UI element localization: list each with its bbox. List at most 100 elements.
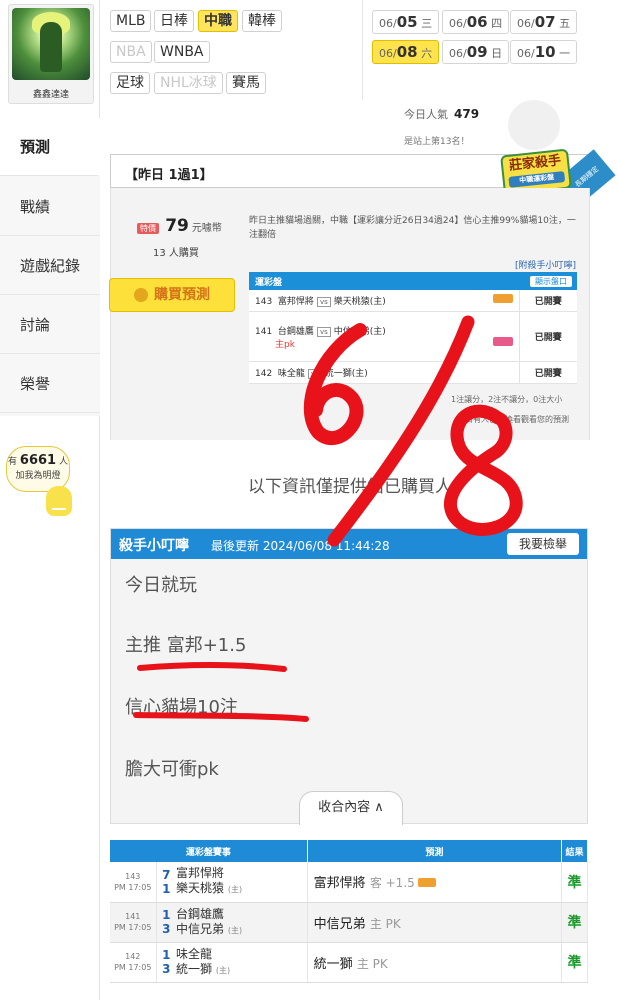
date-day: 07: [534, 13, 556, 31]
league-nhl[interactable]: NHL冰球: [154, 72, 223, 94]
header-label: 運彩盤: [255, 277, 283, 288]
pick-odds: 主 PK: [356, 956, 388, 971]
teams-cell: 富邦悍將 樂天桃猿 (主): [176, 862, 308, 903]
away-team: 味全龍: [176, 946, 213, 961]
hint-label: 加我為明燈: [15, 471, 61, 481]
league-cpbl[interactable]: 中職: [198, 10, 238, 32]
league-npb[interactable]: 日棒: [154, 10, 194, 32]
date-day: 06: [466, 13, 488, 31]
buy-label: 購買預測: [154, 287, 210, 303]
date-0605[interactable]: 06/05 三: [372, 10, 440, 34]
vs-icon: vs: [316, 297, 331, 307]
league-mlb[interactable]: MLB: [110, 10, 152, 32]
table-header: 結果: [561, 840, 588, 862]
home-team: 中信兄弟: [176, 921, 225, 936]
date-0607[interactable]: 06/07 五: [510, 10, 578, 34]
date-month: 06/: [449, 17, 467, 30]
result-cell: 準: [561, 862, 588, 903]
lightbulb-icon[interactable]: [46, 486, 72, 520]
table-header: 預測: [307, 840, 563, 862]
league-kbo[interactable]: 韓棒: [242, 10, 282, 32]
price-value: 79: [165, 216, 189, 236]
game-number: 143: [125, 871, 141, 881]
date-weekday: 三: [421, 17, 433, 30]
sidebar-item-discussion[interactable]: 討論: [0, 296, 100, 354]
badge-title: 莊家殺手: [508, 153, 562, 174]
game-number: 141: [255, 326, 273, 337]
table-row: 141 PM 17:05 13 台鋼雄鷹 中信兄弟 (主) 中信兄弟 主 PK 準: [110, 902, 588, 943]
date-day: 09: [466, 43, 488, 61]
pick-cell: 中信兄弟 主 PK: [307, 902, 563, 943]
sidebar-item-honor[interactable]: 榮譽: [0, 355, 100, 413]
result-cell: 準: [561, 942, 588, 983]
prediction-card: 特價 79 元噱幣 13 人購買 昨日主推貓場過關，中職【運彩讓分近26日34過2…: [109, 188, 590, 440]
avatar[interactable]: [12, 8, 90, 80]
home-team: 樂天桃猿(主): [333, 297, 386, 307]
pick-team: 富邦悍將: [313, 876, 366, 892]
score-cell: 13: [156, 942, 176, 983]
game-meta: 143 PM 17:05: [110, 862, 157, 903]
game-time: PM 17:05: [114, 963, 152, 972]
pick-cell: 富邦悍將 客 +1.5: [307, 862, 563, 903]
pick-odds: 主 PK: [369, 916, 401, 931]
date-0610[interactable]: 06/10 一: [510, 40, 578, 64]
status-cell: 已開賽: [518, 290, 577, 312]
bet-type-note: 1注讓分，2注不讓分，0注大小: [451, 395, 563, 404]
table-header: 顯示盤口: [519, 272, 577, 290]
vs-icon: vs: [307, 369, 322, 379]
league-nba[interactable]: NBA: [110, 41, 152, 63]
price: 特價 79 元噱幣: [137, 216, 222, 236]
result-table: 運彩盤賽事 預測 結果 143 PM 17:05 71 富邦悍將 樂天桃猿 (主) …: [110, 840, 588, 983]
viewers-note: 今日有人已兒換看觀看您的預測: [457, 415, 569, 424]
date-day: 05: [396, 13, 418, 31]
date-0608[interactable]: 06/08 六: [372, 40, 440, 64]
table-row: 142 PM 17:05 13 味全龍 統一獅 (主) 統一獅 主 PK 準: [110, 942, 588, 983]
table-header: 運彩盤: [249, 272, 519, 290]
date-weekday: 四: [491, 17, 503, 30]
date-0606[interactable]: 06/06 四: [442, 10, 510, 34]
coin-icon: [134, 288, 148, 302]
report-button[interactable]: 我要檢舉: [507, 533, 579, 555]
show-odds-button[interactable]: 顯示盤口: [530, 275, 572, 287]
home-team: 統一獅(主): [324, 369, 368, 379]
away-score: 1: [162, 908, 171, 922]
game-number: 142: [125, 952, 141, 961]
teams-cell: 味全龍 統一獅 (主): [176, 942, 308, 983]
vs-icon: vs: [316, 326, 331, 337]
away-team: 味全龍: [277, 369, 305, 379]
game-meta: 142 PM 17:05: [110, 942, 157, 983]
table-header: 運彩盤賽事: [110, 840, 308, 862]
username[interactable]: 鑫鑫達達: [9, 87, 93, 100]
date-0609[interactable]: 06/09 日: [442, 40, 510, 64]
status-cell: 已開賽: [518, 361, 577, 384]
match-cell: 141 台鋼雄鷹 vs 中信兄弟(主) 主pk: [249, 311, 519, 362]
collapse-button[interactable]: 收合內容 ∧: [299, 791, 403, 825]
sidebar: 鑫鑫達達 預測 戰績 遊戲紀錄 討論 榮譽 有 6661 人 加我為明燈: [0, 0, 100, 1000]
league-horse[interactable]: 賽馬: [226, 72, 266, 94]
date-month: 06/: [379, 47, 397, 60]
table-row: 142 味全龍 vs 統一獅(主) 已開賽: [249, 361, 577, 384]
home-team: 樂天桃猿: [176, 881, 225, 896]
match-cell: 143 富邦悍將 vs 樂天桃猿(主): [249, 290, 519, 312]
killer-tip-panel: 殺手小叮嚀 最後更新 2024/06/08 11:44:28 我要檢舉 今日就玩…: [110, 528, 588, 825]
sidebar-item-record[interactable]: 戰績: [0, 178, 100, 236]
away-score: 1: [162, 948, 171, 962]
tip-line: 信心貓場10注: [125, 697, 238, 718]
popularity-label: 今日人氣: [404, 108, 448, 121]
yesterday-result: 【昨日 1過1】: [125, 168, 213, 183]
site-rank: 是站上第13名！: [404, 137, 470, 147]
buy-prediction-button[interactable]: 購買預測: [109, 278, 235, 312]
game-time: PM 17:05: [114, 882, 152, 892]
date-month: 06/: [517, 17, 535, 30]
sidebar-item-predict[interactable]: 預測: [0, 118, 100, 176]
sidebar-item-game-history[interactable]: 遊戲紀錄: [0, 237, 100, 295]
home-score: 3: [162, 962, 171, 976]
status-cell: 已開賽: [518, 311, 577, 362]
league-soccer[interactable]: 足球: [110, 72, 150, 94]
main-content: MLB 日棒 中職 韓棒 NBA WNBA 足球 NHL冰球 賽馬 06/05 …: [109, 0, 616, 1000]
pick-note: 主pk: [275, 339, 295, 350]
profile-card[interactable]: 鑫鑫達達: [8, 4, 94, 104]
table-row: 143 PM 17:05 71 富邦悍將 樂天桃猿 (主) 富邦悍將 客 +1.5 …: [110, 862, 588, 903]
killer-tip-link[interactable]: [附殺手小叮嚀]: [515, 258, 576, 271]
league-wnba[interactable]: WNBA: [154, 41, 210, 63]
